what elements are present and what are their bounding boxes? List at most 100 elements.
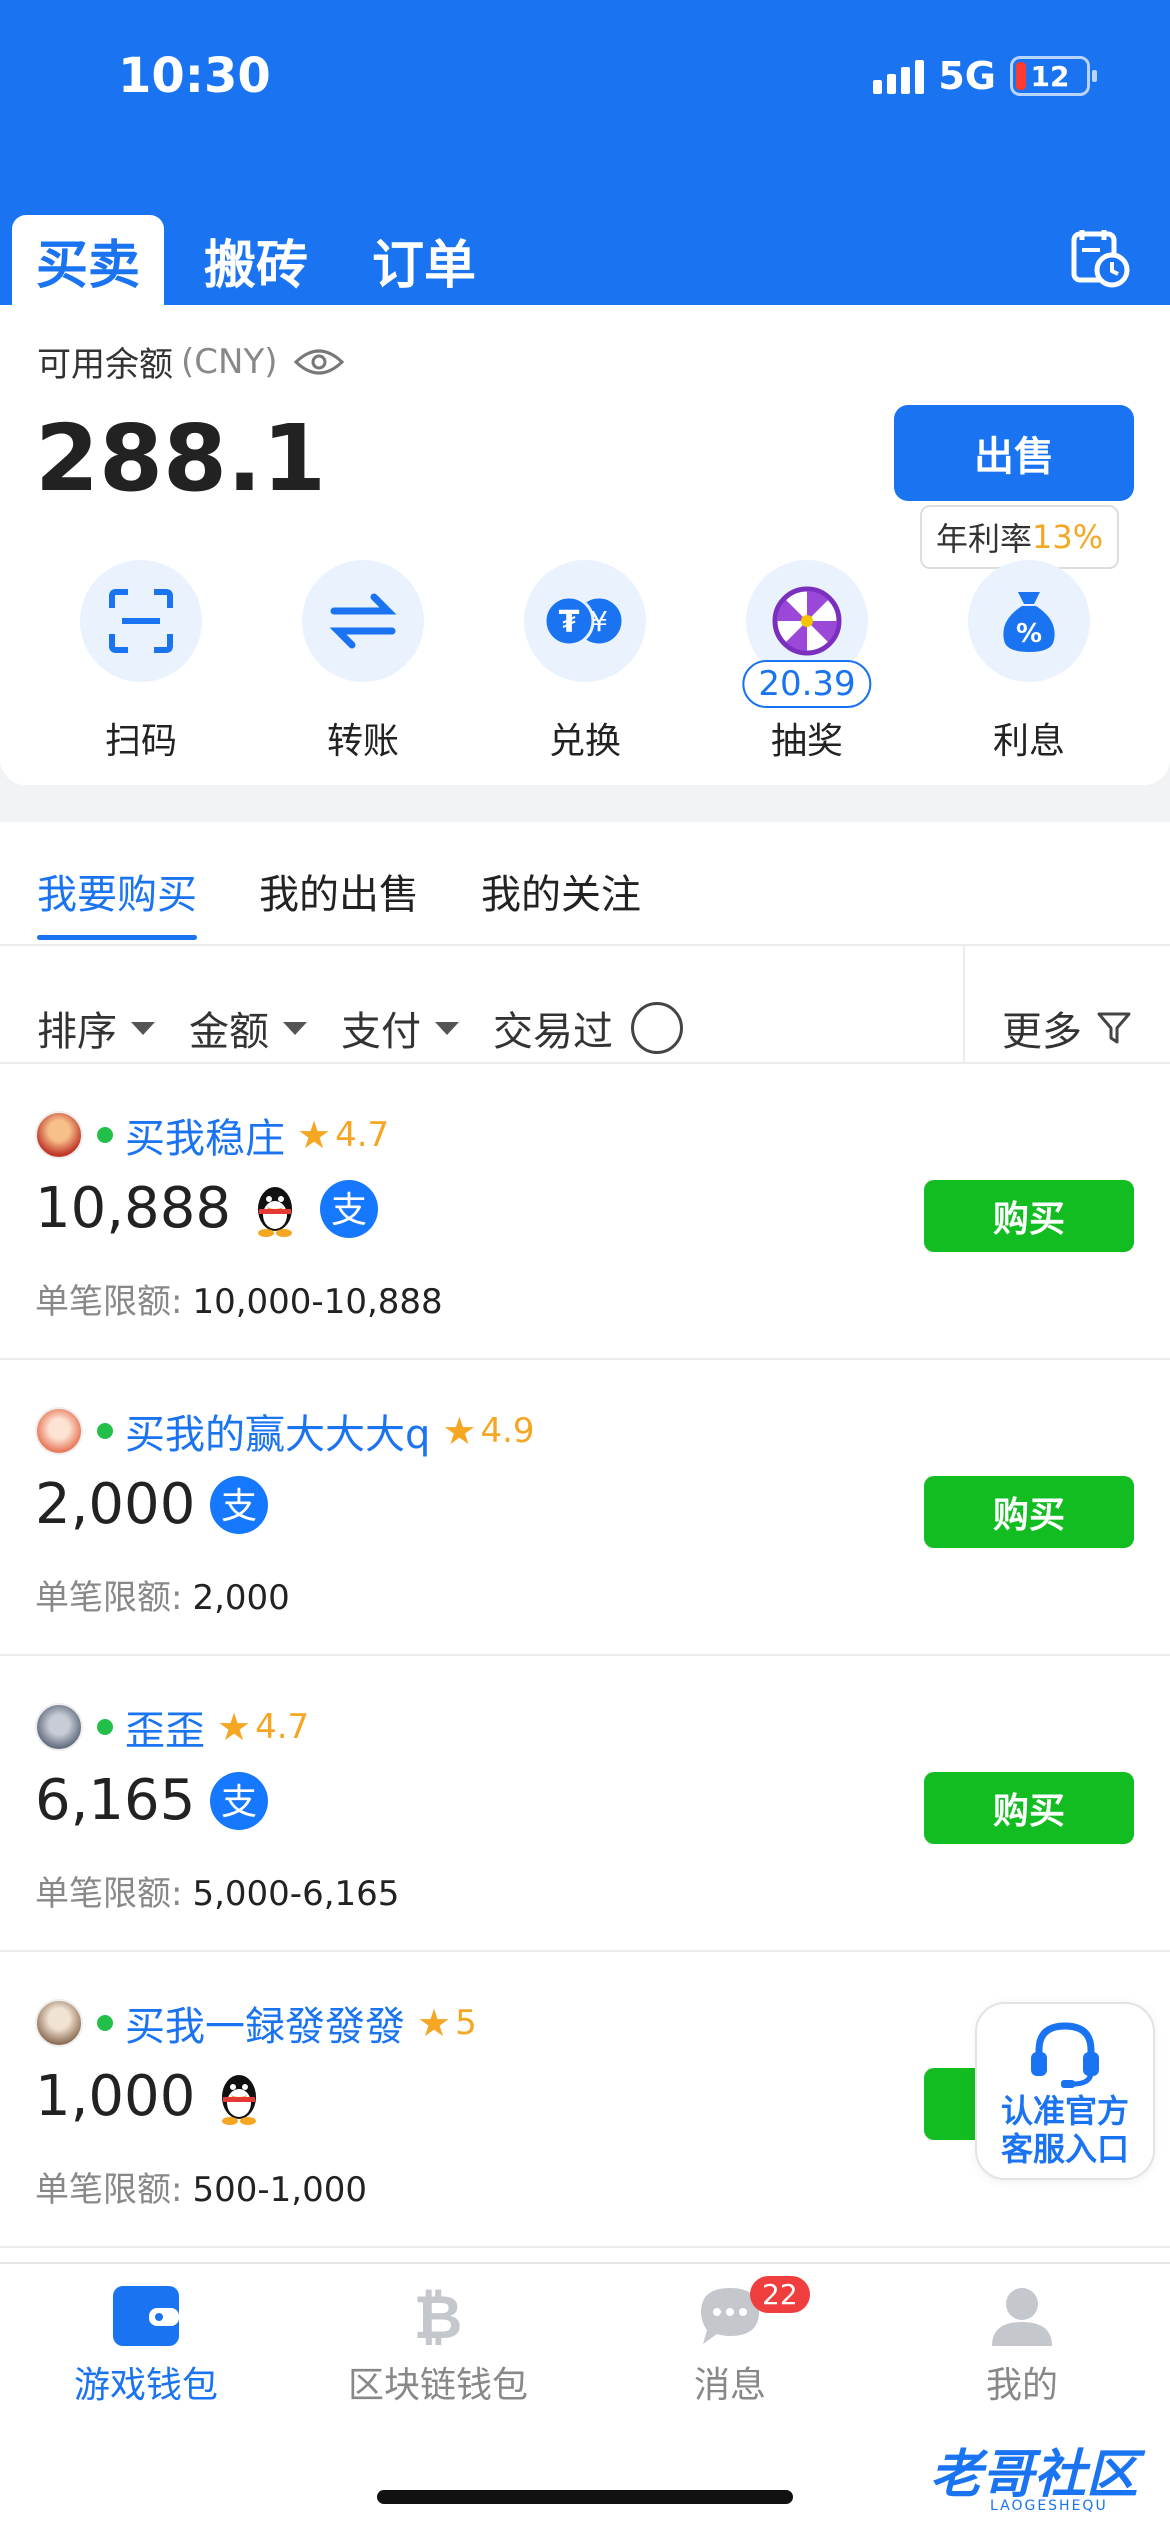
status-time: 10:30 — [118, 48, 271, 104]
caret-down-icon — [435, 1021, 459, 1035]
lottery-badge: 20.39 — [742, 660, 872, 708]
eye-icon[interactable] — [293, 346, 345, 378]
seller-name[interactable]: 买我一録發發發 — [125, 1994, 405, 2052]
action-interest-label: 利息 — [992, 721, 1065, 762]
status-icons: 5G 12 — [873, 54, 1097, 98]
qq-icon — [257, 1186, 292, 1237]
message-count-badge: 22 — [750, 2276, 810, 2313]
customer-service-label: 认准官方 客服入口 — [1001, 2092, 1129, 2169]
lottery-wheel-icon — [772, 586, 842, 656]
avatar[interactable] — [35, 1999, 83, 2047]
limit-label: 单笔限额: — [35, 1578, 183, 1618]
avatar[interactable] — [35, 1111, 83, 1159]
balance-label-text: 可用余额 — [37, 345, 173, 385]
limit-label: 单笔限额: — [35, 1874, 183, 1914]
customer-service-line2: 客服入口 — [1000, 2130, 1129, 2169]
action-exchange-label: 兑换 — [548, 721, 621, 762]
buy-button[interactable]: 购买 — [924, 1476, 1134, 1548]
exchange-icon: ¥ ₮ — [543, 595, 625, 647]
avatar[interactable] — [35, 1703, 83, 1751]
filter-traded[interactable]: 交易过 — [493, 999, 683, 1057]
action-scan-label: 扫码 — [104, 721, 177, 762]
avatar[interactable] — [35, 1407, 83, 1455]
nav-blockchain-wallet[interactable]: ₿ 区块链钱包 — [292, 2284, 584, 2408]
money-bag-icon: % — [1003, 592, 1055, 652]
price: 6,165 — [35, 1768, 196, 1833]
action-interest[interactable]: % 利息 — [944, 560, 1114, 764]
seller-name[interactable]: 买我稳庄 — [125, 1106, 285, 1164]
buy-button[interactable]: 购买 — [924, 1772, 1134, 1844]
online-indicator — [97, 1423, 113, 1439]
limit-row: 单笔限额: 2,000 — [35, 1570, 290, 1619]
apr-label: 年利率 — [936, 520, 1033, 558]
tab-my-follows[interactable]: 我的关注 — [481, 862, 641, 940]
limit-value: 10,000-10,888 — [192, 1282, 443, 1322]
buy-button[interactable]: 购买 — [924, 1180, 1134, 1252]
tab-orders[interactable]: 订单 — [348, 215, 500, 305]
traded-radio[interactable] — [631, 1002, 683, 1054]
filter-more-label: 更多 — [1002, 1009, 1082, 1055]
price: 1,000 — [35, 2064, 196, 2129]
nav-profile[interactable]: 我的 — [876, 2284, 1168, 2408]
quick-actions: 扫码 转账 ¥ ₮ 兑换 20.39 抽奖 % 利息 — [0, 560, 1170, 770]
nav-messages[interactable]: 消息 22 — [584, 2276, 876, 2408]
star-icon: ★ — [217, 1705, 252, 1749]
listing-row: 买我的赢大大大q ★ 4.9 2,000 支 单笔限额: 2,000 购买 — [0, 1360, 1170, 1656]
listing-row: 买我稳庄 ★ 4.7 10,888 支 单笔限额: 10,000-10,888 购… — [0, 1064, 1170, 1360]
limit-value: 500-1,000 — [192, 2170, 367, 2210]
headset-icon — [1031, 2022, 1099, 2088]
nav-profile-label: 我的 — [985, 2365, 1058, 2406]
svg-text:支: 支 — [221, 1782, 257, 1823]
action-lottery[interactable]: 20.39 抽奖 — [722, 560, 892, 764]
online-indicator — [97, 1127, 113, 1143]
bitcoin-icon: ₿ — [414, 2284, 463, 2348]
sell-button[interactable]: 出售 — [894, 405, 1134, 501]
star-icon: ★ — [442, 1409, 477, 1453]
seller-rating: 4.7 — [335, 1115, 390, 1155]
tab-buy-sell[interactable]: 买卖 — [12, 215, 165, 305]
network-label: 5G — [938, 54, 996, 98]
balance-currency: (CNY) — [181, 341, 278, 382]
seller-info: 买我的赢大大大q ★ 4.9 — [35, 1402, 535, 1460]
filter-sort-label: 排序 — [37, 1009, 117, 1055]
star-icon: ★ — [297, 1113, 332, 1157]
order-history-icon[interactable] — [1070, 228, 1130, 288]
action-exchange[interactable]: ¥ ₮ 兑换 — [500, 560, 670, 764]
seller-info: 歪歪 ★ 4.7 — [35, 1698, 309, 1756]
filter-payment-label: 支付 — [341, 1009, 421, 1055]
nav-blockchain-wallet-label: 区块链钱包 — [347, 2365, 528, 2406]
filter-amount-label: 金额 — [189, 1009, 269, 1055]
funnel-icon — [1097, 1012, 1131, 1044]
price-row: 10,888 支 — [35, 1176, 379, 1241]
customer-service-button[interactable]: 认准官方 客服入口 — [975, 2002, 1155, 2180]
seller-name[interactable]: 歪歪 — [125, 1698, 205, 1756]
filter-sort[interactable]: 排序 — [37, 999, 155, 1057]
filter-amount[interactable]: 金额 — [189, 999, 307, 1057]
price-row: 1,000 — [35, 2064, 269, 2129]
price: 2,000 — [35, 1472, 196, 1537]
action-scan[interactable]: 扫码 — [56, 560, 226, 764]
qq-icon — [222, 2074, 257, 2125]
home-indicator[interactable] — [377, 2490, 793, 2504]
filter-payment[interactable]: 支付 — [341, 999, 459, 1057]
seller-info: 买我一録發發發 ★ 5 — [35, 1994, 477, 2052]
customer-service-line1: 认准官方 — [1000, 2092, 1129, 2130]
star-icon: ★ — [417, 2001, 452, 2045]
alipay-icon: 支 — [210, 1475, 269, 1534]
apr-value: 13% — [1032, 518, 1104, 556]
tab-i-want-to-buy[interactable]: 我要购买 — [37, 862, 197, 940]
tab-my-sales[interactable]: 我的出售 — [259, 862, 419, 940]
wallet-icon — [113, 2286, 179, 2346]
price-row: 6,165 支 — [35, 1768, 269, 1833]
alipay-icon: 支 — [210, 1771, 269, 1830]
action-transfer[interactable]: 转账 — [278, 560, 448, 764]
tab-arbitrage[interactable]: 搬砖 — [180, 215, 332, 305]
filter-traded-label: 交易过 — [493, 1009, 613, 1055]
limit-row: 单笔限额: 5,000-6,165 — [35, 1866, 399, 1915]
scan-icon — [109, 589, 173, 653]
user-icon — [992, 2288, 1052, 2346]
seller-name[interactable]: 买我的赢大大大q — [125, 1402, 430, 1460]
nav-game-wallet[interactable]: 游戏钱包 — [0, 2284, 292, 2408]
signal-icon — [873, 58, 925, 94]
action-transfer-label: 转账 — [326, 721, 399, 762]
